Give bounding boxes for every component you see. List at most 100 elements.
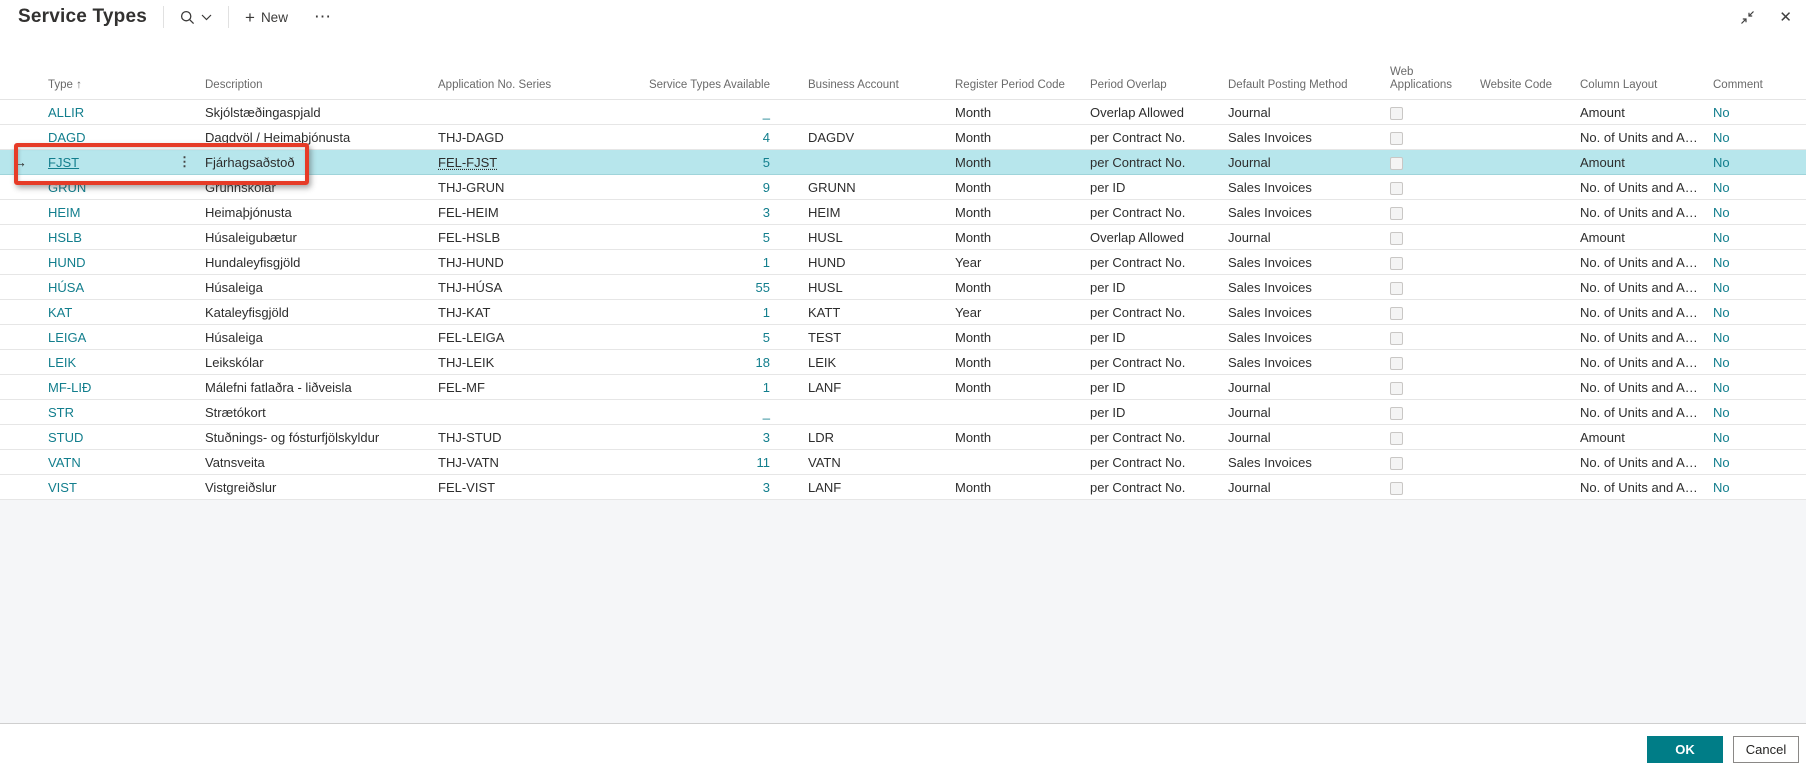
column-header-service-types-available[interactable]: Service Types Available: [578, 79, 790, 92]
column-header-website-code[interactable]: Website Code: [1472, 79, 1572, 92]
table-row[interactable]: → STR ⋮ Strætókort _ per ID Journal No. …: [0, 400, 1806, 425]
web-applications-checkbox[interactable]: [1390, 132, 1403, 145]
column-header-description[interactable]: Description: [197, 79, 430, 92]
column-header-column-layout[interactable]: Column Layout: [1572, 79, 1705, 92]
web-applications-checkbox[interactable]: [1390, 432, 1403, 445]
column-header-web-applications[interactable]: Web Applications: [1382, 66, 1472, 92]
type-link[interactable]: HSLB: [48, 230, 82, 245]
type-link[interactable]: FJST: [48, 155, 79, 170]
web-applications-checkbox[interactable]: [1390, 182, 1403, 195]
comment-link[interactable]: No: [1713, 280, 1730, 295]
column-header-register-period-code[interactable]: Register Period Code: [947, 79, 1082, 92]
table-row[interactable]: → FJST ⋮ Fjárhagsaðstoð FEL-FJST 5 Month…: [0, 150, 1806, 175]
comment-link[interactable]: No: [1713, 130, 1730, 145]
service-types-available-link[interactable]: 1: [763, 255, 770, 270]
service-types-available-link[interactable]: 55: [756, 280, 770, 295]
type-link[interactable]: VATN: [48, 455, 81, 470]
service-types-available-link[interactable]: 3: [763, 205, 770, 220]
web-applications-checkbox[interactable]: [1390, 157, 1403, 170]
table-row[interactable]: → VATN ⋮ Vatnsveita THJ-VATN 11 VATN per…: [0, 450, 1806, 475]
table-row[interactable]: → VIST ⋮ Vistgreiðslur FEL-VIST 3 LANF M…: [0, 475, 1806, 500]
type-link[interactable]: ALLIR: [48, 105, 84, 120]
comment-link[interactable]: No: [1713, 255, 1730, 270]
comment-link[interactable]: No: [1713, 405, 1730, 420]
service-types-available-link[interactable]: 1: [763, 380, 770, 395]
table-row[interactable]: → KAT ⋮ Kataleyfisgjöld THJ-KAT 1 KATT Y…: [0, 300, 1806, 325]
web-applications-checkbox[interactable]: [1390, 257, 1403, 270]
service-types-available-link[interactable]: 9: [763, 180, 770, 195]
comment-link[interactable]: No: [1713, 180, 1730, 195]
comment-link[interactable]: No: [1713, 430, 1730, 445]
cancel-button[interactable]: Cancel: [1733, 736, 1799, 763]
type-link[interactable]: VIST: [48, 480, 77, 495]
type-link[interactable]: STUD: [48, 430, 83, 445]
column-header-default-posting-method[interactable]: Default Posting Method: [1220, 79, 1382, 92]
service-types-available-link[interactable]: 4: [763, 130, 770, 145]
column-header-comment[interactable]: Comment: [1705, 79, 1806, 92]
type-link[interactable]: MF-LIÐ: [48, 380, 91, 395]
type-link[interactable]: HEIM: [48, 205, 81, 220]
table-row[interactable]: → MF-LIÐ ⋮ Málefni fatlaðra - liðveisla …: [0, 375, 1806, 400]
column-header-application-no-series[interactable]: Application No. Series: [430, 79, 578, 92]
type-link[interactable]: GRUN: [48, 180, 86, 195]
comment-link[interactable]: No: [1713, 480, 1730, 495]
service-types-available-link[interactable]: 1: [763, 305, 770, 320]
web-applications-checkbox[interactable]: [1390, 232, 1403, 245]
comment-link[interactable]: No: [1713, 205, 1730, 220]
comment-link[interactable]: No: [1713, 305, 1730, 320]
comment-link[interactable]: No: [1713, 155, 1730, 170]
table-row[interactable]: → DAGD ⋮ Dagdvöl / Heimaþjónusta THJ-DAG…: [0, 125, 1806, 150]
web-applications-checkbox[interactable]: [1390, 207, 1403, 220]
table-row[interactable]: → LEIK ⋮ Leikskólar THJ-LEIK 18 LEIK Mon…: [0, 350, 1806, 375]
table-row[interactable]: → LEIGA ⋮ Húsaleiga FEL-LEIGA 5 TEST Mon…: [0, 325, 1806, 350]
close-icon[interactable]: ✕: [1779, 8, 1792, 26]
comment-link[interactable]: No: [1713, 455, 1730, 470]
table-row[interactable]: → ALLIR ⋮ Skjólstæðingaspjald _ Month Ov…: [0, 100, 1806, 125]
table-row[interactable]: → HEIM ⋮ Heimaþjónusta FEL-HEIM 3 HEIM M…: [0, 200, 1806, 225]
web-applications-checkbox[interactable]: [1390, 282, 1403, 295]
web-applications-checkbox[interactable]: [1390, 482, 1403, 495]
new-button[interactable]: + New: [245, 9, 288, 26]
service-types-available-link[interactable]: 3: [763, 430, 770, 445]
web-applications-checkbox[interactable]: [1390, 332, 1403, 345]
type-link[interactable]: HÚSA: [48, 280, 84, 295]
comment-link[interactable]: No: [1713, 380, 1730, 395]
type-link[interactable]: KAT: [48, 305, 72, 320]
service-types-available-link[interactable]: 5: [763, 230, 770, 245]
web-applications-checkbox[interactable]: [1390, 357, 1403, 370]
service-types-available-link[interactable]: 3: [763, 480, 770, 495]
table-row[interactable]: → STUD ⋮ Stuðnings- og fósturfjölskyldur…: [0, 425, 1806, 450]
table-row[interactable]: → HUND ⋮ Hundaleyfisgjöld THJ-HUND 1 HUN…: [0, 250, 1806, 275]
comment-link[interactable]: No: [1713, 330, 1730, 345]
comment-link[interactable]: No: [1713, 355, 1730, 370]
comment-link[interactable]: No: [1713, 230, 1730, 245]
table-row[interactable]: → GRUN ⋮ Grunnskólar THJ-GRUN 9 GRUNN Mo…: [0, 175, 1806, 200]
service-types-available-link[interactable]: 5: [763, 330, 770, 345]
more-options-button[interactable]: ⋯: [314, 7, 332, 27]
table-row[interactable]: → HÚSA ⋮ Húsaleiga THJ-HÚSA 55 HUSL Mont…: [0, 275, 1806, 300]
web-applications-checkbox[interactable]: [1390, 457, 1403, 470]
column-header-period-overlap[interactable]: Period Overlap: [1082, 79, 1220, 92]
comment-link[interactable]: No: [1713, 105, 1730, 120]
web-applications-checkbox[interactable]: [1390, 407, 1403, 420]
column-header-business-account[interactable]: Business Account: [790, 79, 947, 92]
table-row[interactable]: → HSLB ⋮ Húsaleigubætur FEL-HSLB 5 HUSL …: [0, 225, 1806, 250]
type-link[interactable]: LEIGA: [48, 330, 86, 345]
ok-button[interactable]: OK: [1647, 736, 1723, 763]
web-applications-checkbox[interactable]: [1390, 307, 1403, 320]
type-link[interactable]: HUND: [48, 255, 86, 270]
row-ellipsis-icon[interactable]: ⋮: [178, 154, 191, 169]
collapse-window-icon[interactable]: [1740, 10, 1755, 25]
type-link[interactable]: LEIK: [48, 355, 76, 370]
service-types-available-link[interactable]: 5: [763, 155, 770, 170]
web-applications-checkbox[interactable]: [1390, 107, 1403, 120]
search-button[interactable]: [180, 10, 212, 25]
service-types-available-link[interactable]: 11: [757, 455, 771, 470]
service-types-available-link[interactable]: _: [763, 105, 770, 120]
type-link[interactable]: STR: [48, 405, 74, 420]
service-types-available-link[interactable]: 18: [756, 355, 770, 370]
column-header-type[interactable]: Type ↑: [40, 79, 172, 92]
service-types-available-link[interactable]: _: [763, 405, 770, 420]
web-applications-checkbox[interactable]: [1390, 382, 1403, 395]
type-link[interactable]: DAGD: [48, 130, 86, 145]
